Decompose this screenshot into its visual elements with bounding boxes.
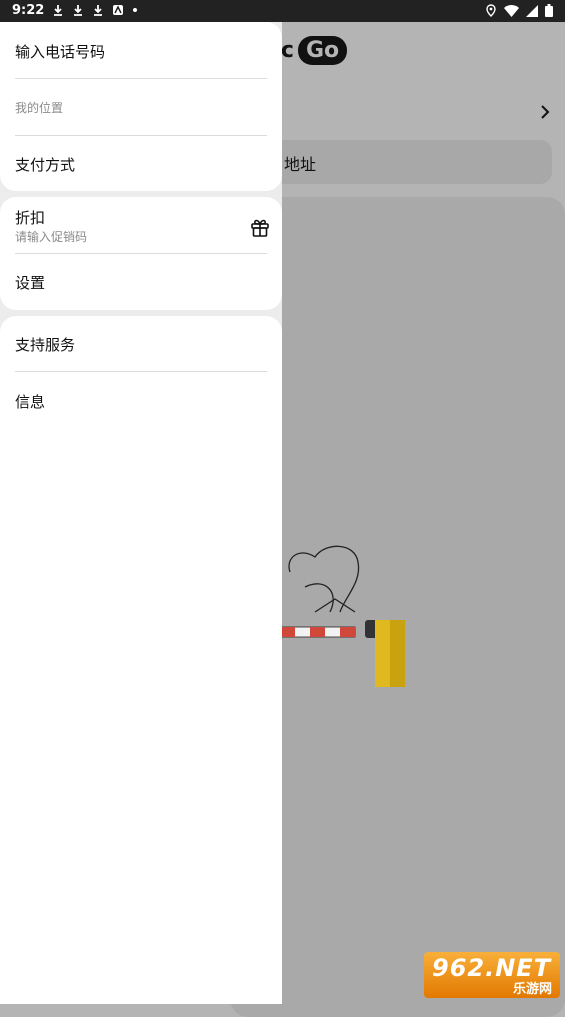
- signal-icon: [526, 4, 538, 17]
- address-text: 地址: [284, 155, 317, 174]
- info-item[interactable]: 信息: [15, 391, 267, 412]
- discount-label: 折扣: [15, 209, 46, 227]
- gift-icon: [250, 217, 270, 241]
- status-bar: 9:22: [0, 0, 565, 22]
- status-left-icons: [52, 4, 138, 16]
- my-location-item[interactable]: 我的位置: [15, 99, 267, 116]
- payment-method-item[interactable]: 支付方式: [15, 154, 267, 175]
- wifi-icon: [504, 4, 519, 17]
- notification-icon: [113, 5, 123, 15]
- download-icon: [74, 5, 82, 16]
- status-time: 9:22: [12, 3, 45, 18]
- watermark-bottom: 乐游网: [512, 982, 552, 997]
- divider: [15, 135, 267, 136]
- divider: [15, 371, 267, 372]
- location-icon: [486, 4, 496, 17]
- discount-hint: 请输入促销码: [15, 230, 88, 244]
- divider: [15, 78, 267, 79]
- battery-icon: [545, 4, 553, 17]
- chevron-right-icon: [540, 100, 550, 124]
- phone-entry-item[interactable]: 输入电话号码: [15, 41, 267, 62]
- settings-item[interactable]: 设置: [15, 272, 267, 293]
- brand-badge: Go: [297, 36, 348, 65]
- download-icon: [94, 5, 102, 16]
- discount-item[interactable]: 折扣 请输入促销码: [15, 207, 267, 245]
- drawer-card-profile: 输入电话号码 我的位置 支付方式: [0, 22, 282, 191]
- status-right-icons: [485, 4, 553, 17]
- support-service-item[interactable]: 支持服务: [15, 334, 267, 355]
- navigation-drawer: 输入电话号码 我的位置 支付方式 折扣 请输入促销码 设置 支持服务 信息: [0, 22, 282, 1004]
- download-icon: [54, 5, 62, 16]
- drawer-card-support: 支持服务 信息: [0, 316, 282, 1004]
- divider: [15, 253, 267, 254]
- site-watermark: 962.NET 乐游网: [424, 952, 560, 998]
- dot-icon: [133, 8, 137, 12]
- drawer-card-discount: 折扣 请输入促销码 设置: [0, 197, 282, 310]
